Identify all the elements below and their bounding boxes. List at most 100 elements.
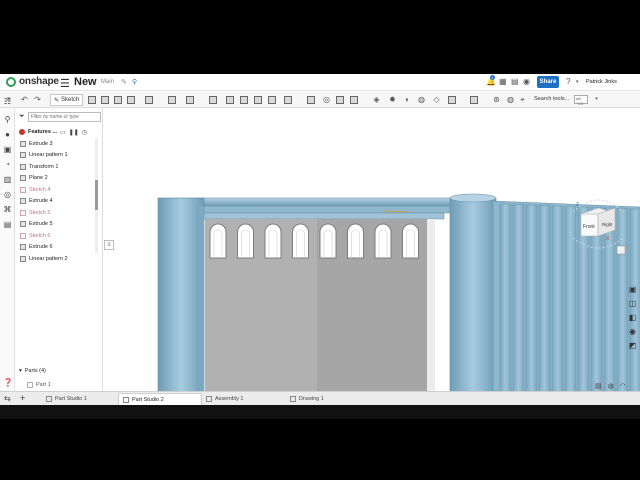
feature-list-icon[interactable]: ☷ xyxy=(3,97,12,106)
learning-icon[interactable]: ▤ xyxy=(511,77,519,86)
measure-tool-icon[interactable]: ▤ xyxy=(595,382,602,391)
feature-item[interactable]: Extrude 4 xyxy=(15,196,99,208)
redo-icon[interactable]: ↷ xyxy=(33,95,42,104)
measure-icon[interactable]: ⌖ xyxy=(518,95,527,104)
branch-icon[interactable]: ⚲ xyxy=(132,78,137,86)
history-icon[interactable]: ◔ xyxy=(3,160,12,169)
mate-connector-icon[interactable] xyxy=(448,96,456,104)
hole-icon[interactable] xyxy=(254,96,262,104)
loft-icon[interactable] xyxy=(127,96,135,104)
feature-item[interactable]: Sketch 6 xyxy=(15,230,99,242)
document-title[interactable]: New xyxy=(74,76,97,88)
plane-icon[interactable]: ◇ xyxy=(432,95,441,104)
draft-icon[interactable] xyxy=(209,96,217,104)
feature-item[interactable]: Linear pattern 2 xyxy=(15,253,99,265)
tab-drawing-1[interactable]: Drawing 1 xyxy=(286,393,370,405)
extrude-icon[interactable] xyxy=(88,96,96,104)
shell-icon[interactable] xyxy=(240,96,248,104)
custom-feature-icon[interactable]: ⌘ xyxy=(3,205,12,214)
feature-item[interactable]: Boolean 1 xyxy=(15,265,99,267)
feature-item[interactable]: Sketch 4 xyxy=(15,184,99,196)
feature-item[interactable]: Extrude 3 xyxy=(15,138,99,150)
replace-face-icon[interactable]: ◐ xyxy=(403,95,412,104)
chevron-down-icon[interactable]: ▾ xyxy=(576,79,579,85)
feature-item[interactable]: Plane 2 xyxy=(15,173,99,185)
parts-header[interactable]: ▾ Parts (4) xyxy=(19,368,46,374)
section-view-icon[interactable]: ◫ xyxy=(629,299,637,308)
feature-item[interactable]: Extrude 6 xyxy=(15,242,99,254)
pattern-icon[interactable] xyxy=(284,96,292,104)
rib-icon[interactable] xyxy=(226,96,234,104)
configurations-icon[interactable]: ▥ xyxy=(3,175,12,184)
menu-icon[interactable]: ☰ xyxy=(60,77,70,90)
tab-manager-icon[interactable]: ⇆ xyxy=(4,394,11,403)
feature-icon xyxy=(20,244,26,251)
clock-icon[interactable]: ◷ xyxy=(82,129,87,136)
modify-fillet-icon[interactable]: ✹ xyxy=(388,95,397,104)
thicken-icon[interactable] xyxy=(145,96,153,104)
surface-icon[interactable] xyxy=(470,96,478,104)
app-store-icon[interactable]: ▦ xyxy=(499,77,507,86)
filter-input[interactable] xyxy=(27,111,101,122)
graphics-viewport[interactable]: Front Right Z X ▣ ◫ ◧ ◉ ◩ ▤ ◍ ◠ ≡ xyxy=(103,108,640,391)
pause-icon[interactable]: ❚❚ xyxy=(69,129,79,136)
explode-icon[interactable]: ◩ xyxy=(629,341,637,350)
mirror-icon[interactable] xyxy=(307,96,315,104)
move-face-icon[interactable]: ◍ xyxy=(417,95,426,104)
split-icon[interactable] xyxy=(336,96,344,104)
render-icon[interactable]: ◉ xyxy=(629,327,636,336)
mass-props-icon[interactable]: ◍ xyxy=(608,382,614,391)
funnel-icon[interactable]: ⏷ xyxy=(19,113,25,121)
part-item[interactable]: Part 1 xyxy=(27,379,51,391)
tab-assembly-1[interactable]: Assembly 1 xyxy=(202,393,286,405)
chamfer-icon[interactable] xyxy=(186,96,194,104)
sweep-icon[interactable] xyxy=(114,96,122,104)
tab-icon xyxy=(123,396,129,403)
variable-icon[interactable]: ◍ xyxy=(506,95,515,104)
revolve-icon[interactable] xyxy=(101,96,109,104)
feature-label: Extrude 4 xyxy=(29,198,53,205)
tab-part-studio-1[interactable]: Part Studio 1 xyxy=(42,393,118,405)
transform-icon[interactable] xyxy=(350,96,358,104)
features-header[interactable]: Features ... ▭ ❚❚ ◷ xyxy=(19,127,101,137)
comment-icon[interactable]: ● xyxy=(3,130,12,139)
feature-item[interactable]: Transform 1 xyxy=(15,161,99,173)
parts-icon[interactable]: ▤ xyxy=(3,220,12,229)
variables-icon[interactable]: ◎ xyxy=(3,190,12,199)
help-icon[interactable]: ? xyxy=(566,77,570,86)
part-icon xyxy=(27,381,33,388)
snap-icon[interactable]: ◠ xyxy=(620,382,626,391)
thread-icon[interactable] xyxy=(268,96,276,104)
undo-icon[interactable]: ↶ xyxy=(20,95,29,104)
display-style-icon[interactable]: ▣ xyxy=(629,285,637,294)
comments-icon[interactable]: ◉ xyxy=(523,77,530,86)
boolean-icon[interactable]: ◎ xyxy=(322,95,331,104)
named-views-icon[interactable]: ◧ xyxy=(629,313,637,322)
delete-part-icon[interactable]: ◈ xyxy=(372,95,381,104)
model-view[interactable]: Front Right Z X xyxy=(103,108,640,391)
panel-toggle-icon[interactable]: ≡ xyxy=(104,240,114,250)
sketch-icon xyxy=(20,209,26,216)
link-icon[interactable]: ✎ xyxy=(121,78,127,86)
feature-item[interactable]: Linear pattern 1 xyxy=(15,150,99,162)
workspace-name[interactable]: Main xyxy=(101,79,114,85)
feature-scrollbar[interactable] xyxy=(95,138,98,253)
feature-item[interactable]: Extrude 5 xyxy=(15,219,99,231)
feature-item[interactable]: Sketch 5 xyxy=(15,207,99,219)
appearance-icon[interactable]: ▣ xyxy=(3,145,12,154)
add-tab-button[interactable]: + xyxy=(20,393,25,403)
onshape-logo[interactable]: onshape xyxy=(6,76,59,87)
folder-icon[interactable]: ▭ xyxy=(60,129,66,136)
user-menu[interactable]: Patrick Jinks xyxy=(586,79,617,85)
search-tools-shortcut[interactable]: alt/⌥C xyxy=(574,95,588,106)
fillet-icon[interactable] xyxy=(168,96,176,104)
share-button[interactable]: Share xyxy=(537,76,559,88)
filter-icon[interactable]: ⚲ xyxy=(3,115,12,124)
search-tools-label[interactable]: Search tools... xyxy=(534,96,569,102)
scroll-thumb[interactable] xyxy=(95,180,98,210)
sketch-button[interactable]: ✎ Sketch xyxy=(50,94,84,106)
chevron-down-icon[interactable]: ▾ xyxy=(592,95,601,104)
sheet-metal-icon[interactable]: ⊛ xyxy=(492,95,501,104)
help-bottom-icon[interactable]: ❓ xyxy=(3,378,13,387)
tab-part-studio-2[interactable]: Part Studio 2 xyxy=(118,393,202,405)
